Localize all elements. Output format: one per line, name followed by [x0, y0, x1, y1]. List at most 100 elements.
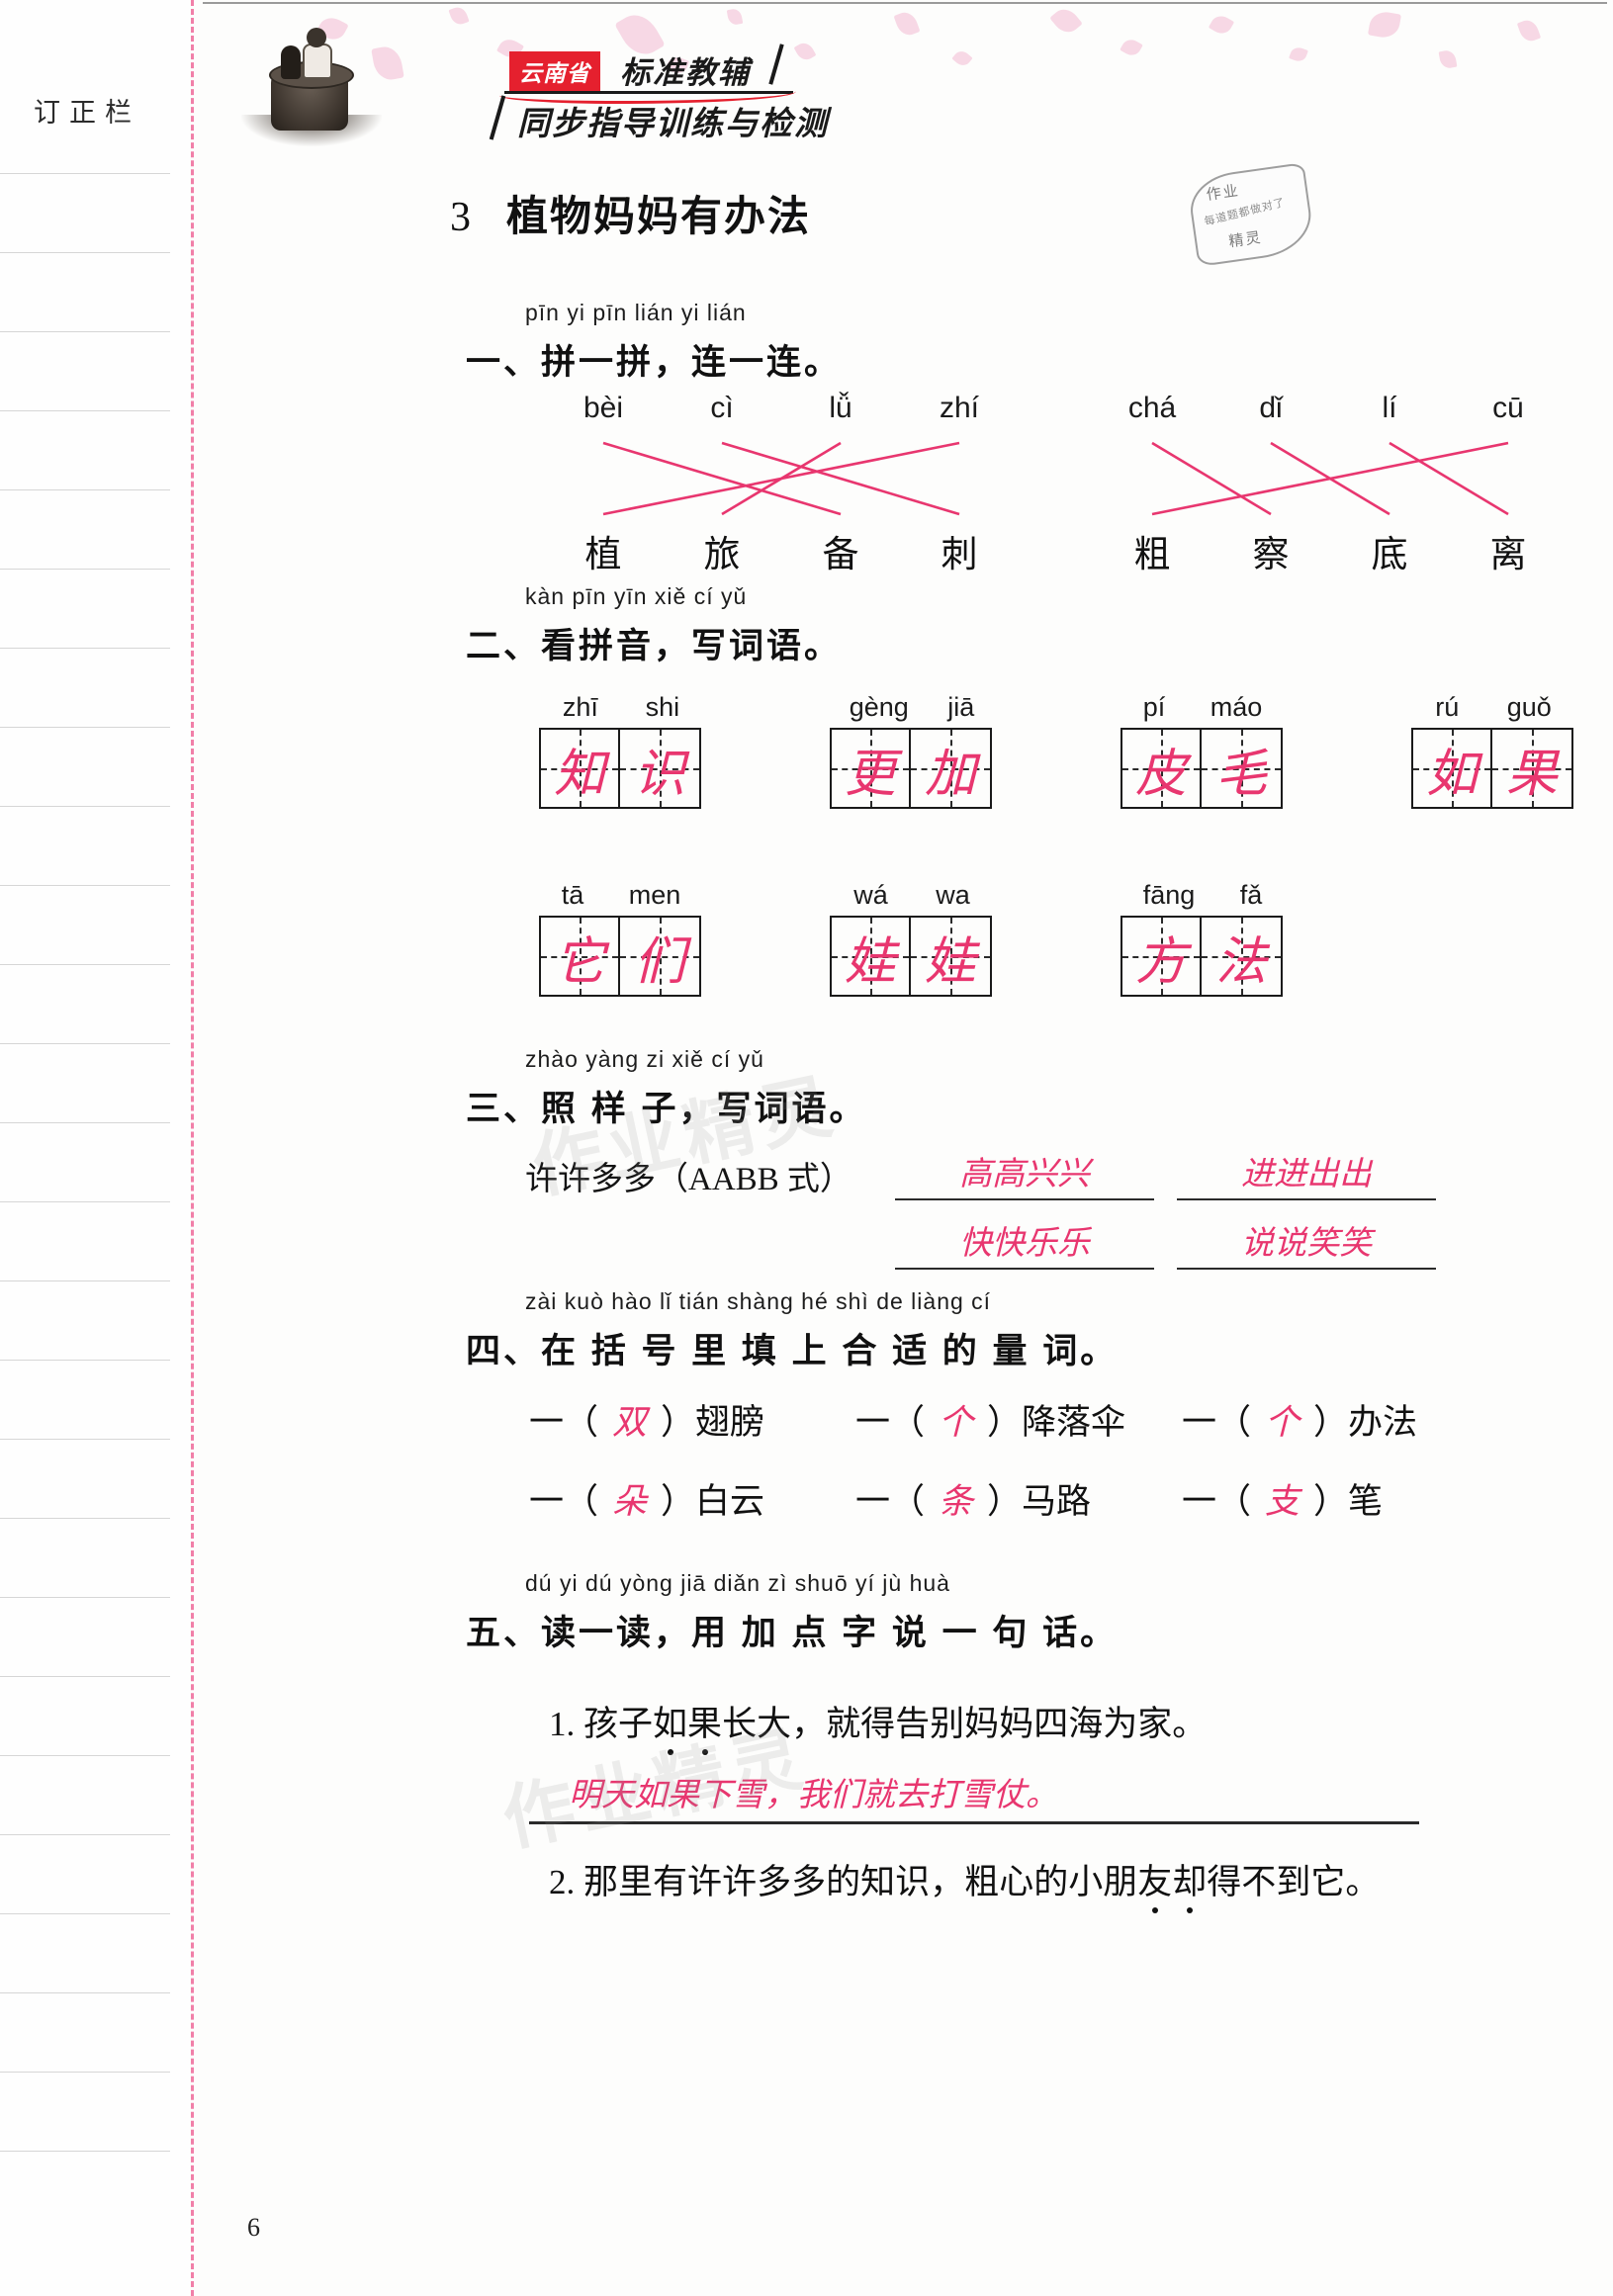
tianzi-grid[interactable]: 它们 [539, 916, 701, 997]
sentence-char: 子 [618, 1705, 654, 1743]
handwritten-answer-char-1: 加 [924, 746, 976, 803]
measure-word-answer[interactable]: 朵 [598, 1482, 661, 1521]
tianzi-cell[interactable]: 知 [539, 728, 620, 809]
sentence-char: 的 [826, 1863, 861, 1901]
measure-word-answer[interactable]: 个 [1251, 1403, 1313, 1442]
tianzi-cell[interactable]: 法 [1202, 916, 1283, 997]
sentence-char: 到 [1276, 1863, 1311, 1901]
sentence-1-answer: 明天如果下雪，我们就去打雪仗。 [569, 1778, 1058, 1813]
tianzi-cell[interactable]: 毛 [1202, 728, 1283, 809]
boy-body-shape [303, 44, 332, 79]
sentence-char: 心 [999, 1863, 1034, 1901]
tianzi-cell[interactable]: 识 [620, 728, 701, 809]
sentence-char: 多 [757, 1863, 792, 1901]
measure-word-answer[interactable]: 个 [925, 1403, 987, 1442]
tianzi-grid[interactable]: 如果 [1411, 728, 1573, 809]
emphasis-char: 如 [653, 1705, 688, 1743]
section-5-heading: 五、读一读，用 加 点 字 说 一 句 话。 [466, 1614, 1119, 1652]
margin-rule-line [0, 331, 170, 332]
sentence-char: 。 [1172, 1705, 1208, 1743]
margin-rule-line [0, 806, 170, 807]
petal-icon [951, 47, 973, 69]
sentence-char: 里 [618, 1863, 654, 1901]
section-2-heading: 二、看拼音，写词语。 [466, 627, 843, 665]
sentence-char: 得 [860, 1705, 896, 1743]
pinyin-syllable-1: fǎ [1239, 880, 1263, 910]
measure-word-suffix: ）降落伞 [987, 1403, 1126, 1442]
word-grid-pinyin: pí máo [1120, 692, 1285, 723]
tianzi-cell[interactable]: 加 [911, 728, 992, 809]
brand-slash-icon-2 [489, 95, 506, 140]
aabb-answer-3[interactable]: 快快乐乐 [895, 1216, 1154, 1270]
margin-rule-line [0, 1676, 170, 1677]
sentence-char: 四 [1033, 1705, 1069, 1743]
page-header: 云南省 标准教辅 同步指导训练与检测 [203, 0, 1607, 158]
pinyin-syllable-1: máo [1210, 692, 1263, 722]
tianzi-cell[interactable]: 娃 [911, 916, 992, 997]
margin-rule-line [0, 569, 170, 570]
pinyin-syllable-1: men [628, 880, 681, 910]
aabb-answer-4[interactable]: 说说笑笑 [1177, 1216, 1436, 1270]
margin-rule-line [0, 1913, 170, 1914]
handwritten-answer-char-1: 识 [633, 746, 685, 803]
tianzi-grid[interactable]: 知识 [539, 728, 701, 809]
aabb-answer-2[interactable]: 进进出出 [1177, 1147, 1436, 1200]
brand-subtitle: 同步指导训练与检测 [517, 105, 829, 141]
sentence-number: 2. [549, 1863, 583, 1901]
match-line-left-0 [602, 441, 842, 516]
pinyin-syllable-0: fāng [1142, 880, 1196, 910]
cat-shape [281, 45, 301, 79]
tianzi-cell[interactable]: 更 [830, 728, 911, 809]
tianzi-cell[interactable]: 方 [1120, 916, 1202, 997]
matching-hanzi-right-0: 粗 [1133, 534, 1171, 574]
sentence-char: 大 [757, 1705, 792, 1743]
sentence-char: 孩 [583, 1705, 619, 1743]
matching-pinyin-right-0: chá [1127, 392, 1177, 424]
pinyin-syllable-0: pí [1142, 692, 1166, 722]
measure-word-answer[interactable]: 条 [925, 1482, 987, 1521]
measure-word-item: 一（支）笔 [1182, 1473, 1508, 1524]
sentence-1-answer-line [529, 1821, 1419, 1824]
tianzi-grid[interactable]: 更加 [830, 728, 992, 809]
tianzi-cell[interactable]: 娃 [830, 916, 911, 997]
petal-icon [1120, 36, 1143, 59]
tianzi-cell[interactable]: 它 [539, 916, 620, 997]
section-3-pinyin: zhào yàng zi xiě cí yǔ [525, 1046, 764, 1072]
section-2-pinyin: kàn pīn yīn xiě cí yǔ [525, 583, 748, 609]
tianzi-grid[interactable]: 皮毛 [1120, 728, 1283, 809]
aabb-answer-1[interactable]: 高高兴兴 [895, 1147, 1154, 1200]
matching-pinyin-left-1: cì [710, 392, 734, 424]
margin-rule-line [0, 1201, 170, 1202]
correction-margin: 订正栏 [0, 0, 190, 2296]
sentence-char: ， [791, 1705, 827, 1743]
page-number: 6 [247, 2213, 260, 2242]
sentence-char: 多 [791, 1863, 827, 1901]
margin-rule-line [0, 2151, 170, 2152]
measure-word-answer[interactable]: 支 [1251, 1482, 1313, 1521]
tianzi-cell[interactable]: 如 [1411, 728, 1492, 809]
pinyin-syllable-0: zhī [562, 692, 598, 722]
measure-word-answer[interactable]: 双 [598, 1403, 661, 1442]
tianzi-cell[interactable]: 们 [620, 916, 701, 997]
measure-word-suffix: ）笔 [1313, 1482, 1384, 1521]
petal-icon [1516, 17, 1542, 44]
section-3-heading: 三、照 样 子，写词语。 [466, 1090, 867, 1128]
tianzi-grid[interactable]: 娃娃 [830, 916, 992, 997]
margin-rule-line [0, 1992, 170, 1993]
petal-icon [1289, 44, 1308, 64]
sentence-char: 告 [895, 1705, 931, 1743]
pinyin-syllable-0: gèng [849, 692, 909, 722]
sentence-char: 。 [1345, 1863, 1381, 1901]
sentence-char: 小 [1068, 1863, 1104, 1901]
tianzi-cell[interactable]: 皮 [1120, 728, 1202, 809]
match-line-left-3 [602, 441, 960, 516]
tianzi-cell[interactable]: 果 [1492, 728, 1573, 809]
tianzi-grid[interactable]: 方法 [1120, 916, 1283, 997]
margin-rule-line [0, 1439, 170, 1440]
petal-icon [1208, 12, 1235, 38]
petal-icon [1438, 48, 1458, 70]
margin-rule-line [0, 727, 170, 728]
handwritten-answer-char-0: 更 [844, 746, 896, 803]
sentence-char: 家 [1137, 1705, 1173, 1743]
pinyin-syllable-1: jiā [947, 692, 975, 722]
